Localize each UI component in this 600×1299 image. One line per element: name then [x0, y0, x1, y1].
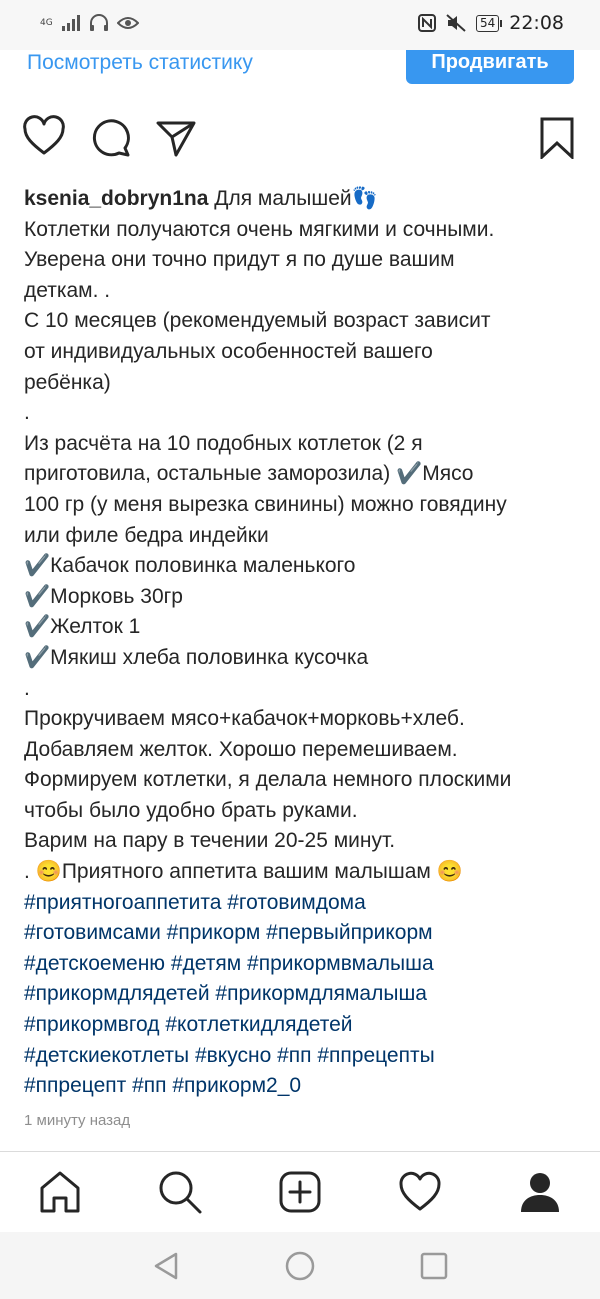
eye-icon	[116, 17, 139, 29]
status-right: 54 22:08	[417, 12, 564, 34]
hashtag-line[interactable]: #прикормдлядетей #прикормдлямалыша	[24, 979, 584, 1010]
caption-line: ✔️Желток 1	[24, 615, 141, 639]
mute-icon	[446, 14, 466, 32]
status-left: 4G	[40, 14, 139, 32]
caption-line: С 10 месяцев (рекомендуемый возраст зави…	[24, 309, 491, 333]
network-indicator: 4G	[40, 18, 53, 28]
caption-line: . 😊Приятного аппетита вашим малышам 😊	[24, 860, 463, 884]
tab-profile[interactable]	[516, 1168, 564, 1216]
post-timestamp: 1 минуту назад	[24, 1112, 131, 1129]
comment-button[interactable]	[88, 115, 132, 159]
caption-line: Формируем котлетки, я делала немного пло…	[24, 768, 512, 792]
caption-line: от индивидуальных особенностей вашего	[24, 339, 433, 363]
caption-line: Прокручиваем мясо+кабачок+морковь+хлеб.	[24, 707, 465, 731]
bookmark-icon	[540, 117, 574, 161]
save-button[interactable]	[535, 115, 579, 161]
caption-line: деткам. .	[24, 278, 111, 302]
caption-line: ребёнка)	[24, 370, 111, 394]
nfc-icon	[417, 14, 436, 32]
tab-search[interactable]	[156, 1168, 204, 1216]
view-statistics-link[interactable]: Посмотреть статистику	[27, 51, 253, 75]
caption-line: 100 гр (у меня вырезка свинины) можно го…	[24, 492, 507, 516]
caption-line: .	[24, 676, 30, 700]
caption-line: приготовила, остальные заморозила) ✔️Мяс…	[24, 462, 474, 486]
activity-icon	[399, 1171, 441, 1211]
status-bar: 4G 54 22:08	[0, 0, 600, 50]
post-actions	[0, 115, 600, 171]
post-caption: ksenia_dobryn1na Для малышей👣 Котлетки п…	[24, 184, 584, 1102]
hashtag-line[interactable]: #приятногоаппетита #готовимдома	[24, 888, 584, 919]
caption-line: Уверена они точно придут я по душе вашим	[24, 248, 455, 272]
tab-home[interactable]	[36, 1168, 84, 1216]
caption-first-line: ksenia_dobryn1na Для малышей👣	[24, 184, 584, 215]
caption-line: .	[24, 401, 30, 425]
recents-icon	[420, 1252, 448, 1280]
home-circle-icon	[285, 1251, 315, 1281]
hashtag-line[interactable]: #готовимсами #прикорм #первыйприкорм	[24, 918, 584, 949]
battery-indicator: 54	[475, 14, 503, 32]
comment-icon	[92, 119, 130, 157]
nav-recents-button[interactable]	[418, 1250, 450, 1282]
hashtag-line[interactable]: #детскоеменю #детям #прикормвмалыша	[24, 949, 584, 980]
new-post-icon	[279, 1171, 321, 1213]
hashtag-line[interactable]: #ппрецепт #пп #прикорм2_0	[24, 1071, 584, 1102]
profile-icon	[521, 1173, 559, 1212]
headset-icon	[89, 14, 108, 31]
post-username[interactable]: ksenia_dobryn1na	[24, 187, 208, 210]
signal-icon	[61, 15, 80, 31]
hashtag-line[interactable]: #детскиекотлеты #вкусно #пп #ппрецепты	[24, 1041, 584, 1072]
like-button[interactable]	[22, 115, 66, 159]
tab-bar	[0, 1152, 600, 1232]
share-button[interactable]	[154, 115, 198, 159]
clock: 22:08	[509, 12, 564, 34]
tab-activity[interactable]	[396, 1168, 444, 1216]
home-icon	[40, 1171, 80, 1213]
promote-button[interactable]: Продвигать	[406, 50, 574, 84]
caption-line: чтобы было удобно брать руками.	[24, 798, 358, 822]
caption-line: Добавляем желток. Хорошо перемешиваем.	[24, 737, 458, 761]
caption-line: Из расчёта на 10 подобных котлеток (2 я	[24, 431, 423, 455]
caption-line: ✔️Морковь 30гр	[24, 584, 183, 608]
caption-line: Варим на пару в течении 20-25 минут.	[24, 829, 396, 853]
caption-line: ✔️Мякиш хлеба половинка кусочка	[24, 645, 369, 669]
caption-line: ✔️Кабачок половинка маленького	[24, 554, 356, 578]
tab-new-post[interactable]	[276, 1168, 324, 1216]
nav-back-button[interactable]	[150, 1250, 182, 1282]
back-icon	[154, 1252, 178, 1280]
search-icon	[159, 1171, 202, 1214]
heart-icon	[23, 115, 65, 155]
caption-line: Для малышей👣	[208, 187, 378, 210]
hashtag-line[interactable]: #прикормвгод #котлеткидлядетей	[24, 1010, 584, 1041]
caption-line: Котлетки получаются очень мягкими и сочн…	[24, 217, 495, 241]
system-nav-bar	[0, 1232, 600, 1299]
share-icon	[156, 121, 196, 157]
caption-line: или филе бедра индейки	[24, 523, 269, 547]
nav-home-button[interactable]	[284, 1250, 316, 1282]
